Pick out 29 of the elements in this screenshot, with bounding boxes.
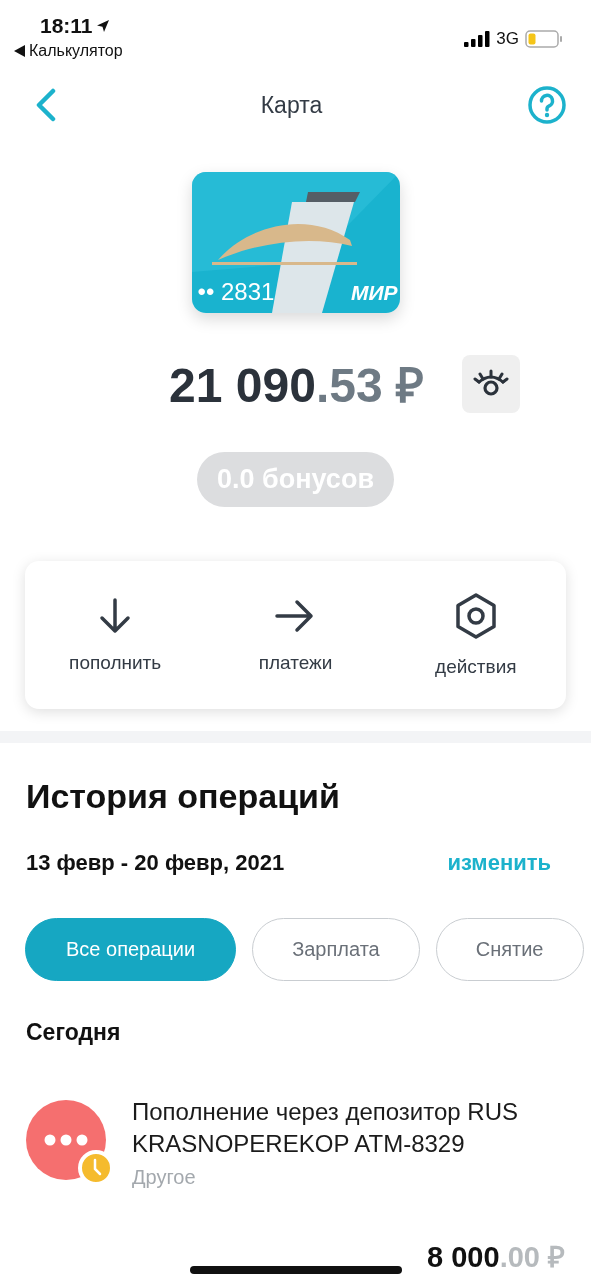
network-label: 3G — [496, 29, 519, 49]
section-title: История операций — [26, 777, 341, 816]
toggle-visibility-button[interactable] — [461, 354, 520, 413]
filter-chip[interactable]: Все операции — [25, 918, 237, 981]
clock-time: 18:11 — [40, 14, 93, 38]
payment-system-logo: МИР — [350, 281, 398, 305]
help-icon[interactable] — [527, 85, 567, 125]
card-number: •• 2831 — [197, 278, 275, 306]
back-icon[interactable] — [34, 88, 56, 122]
action-button[interactable]: платежи — [205, 561, 386, 709]
triangle-left-icon — [14, 45, 25, 57]
battery-icon — [525, 30, 563, 48]
transaction-title: Пополнение через депозитор RUS KRASNOPEREKOP ATM-8329 — [132, 1097, 519, 1159]
filter-chip[interactable]: Зарплата — [252, 918, 420, 981]
transaction-amount: 8 000.00 ₽ — [427, 1240, 565, 1275]
balance-amount: 21 090.53 ₽ — [169, 358, 424, 414]
day-heading: Сегодня — [26, 1019, 122, 1046]
filter-chip[interactable]: Снятие — [435, 918, 584, 981]
transaction-category: Другое — [132, 1166, 197, 1189]
date-range: 13 февр - 20 февр, 2021 — [26, 850, 285, 876]
location-arrow-icon — [95, 19, 110, 33]
action-button[interactable]: пополнить — [25, 561, 206, 709]
change-link[interactable]: изменить — [447, 850, 551, 876]
action-button[interactable]: действия — [385, 561, 566, 709]
more-dots-icon — [44, 1134, 88, 1146]
screen-title: Карта — [260, 91, 323, 119]
back-to-app-link[interactable]: Калькулятор — [14, 42, 123, 60]
signal-icon — [464, 31, 491, 47]
hexagon-icon — [453, 592, 498, 640]
